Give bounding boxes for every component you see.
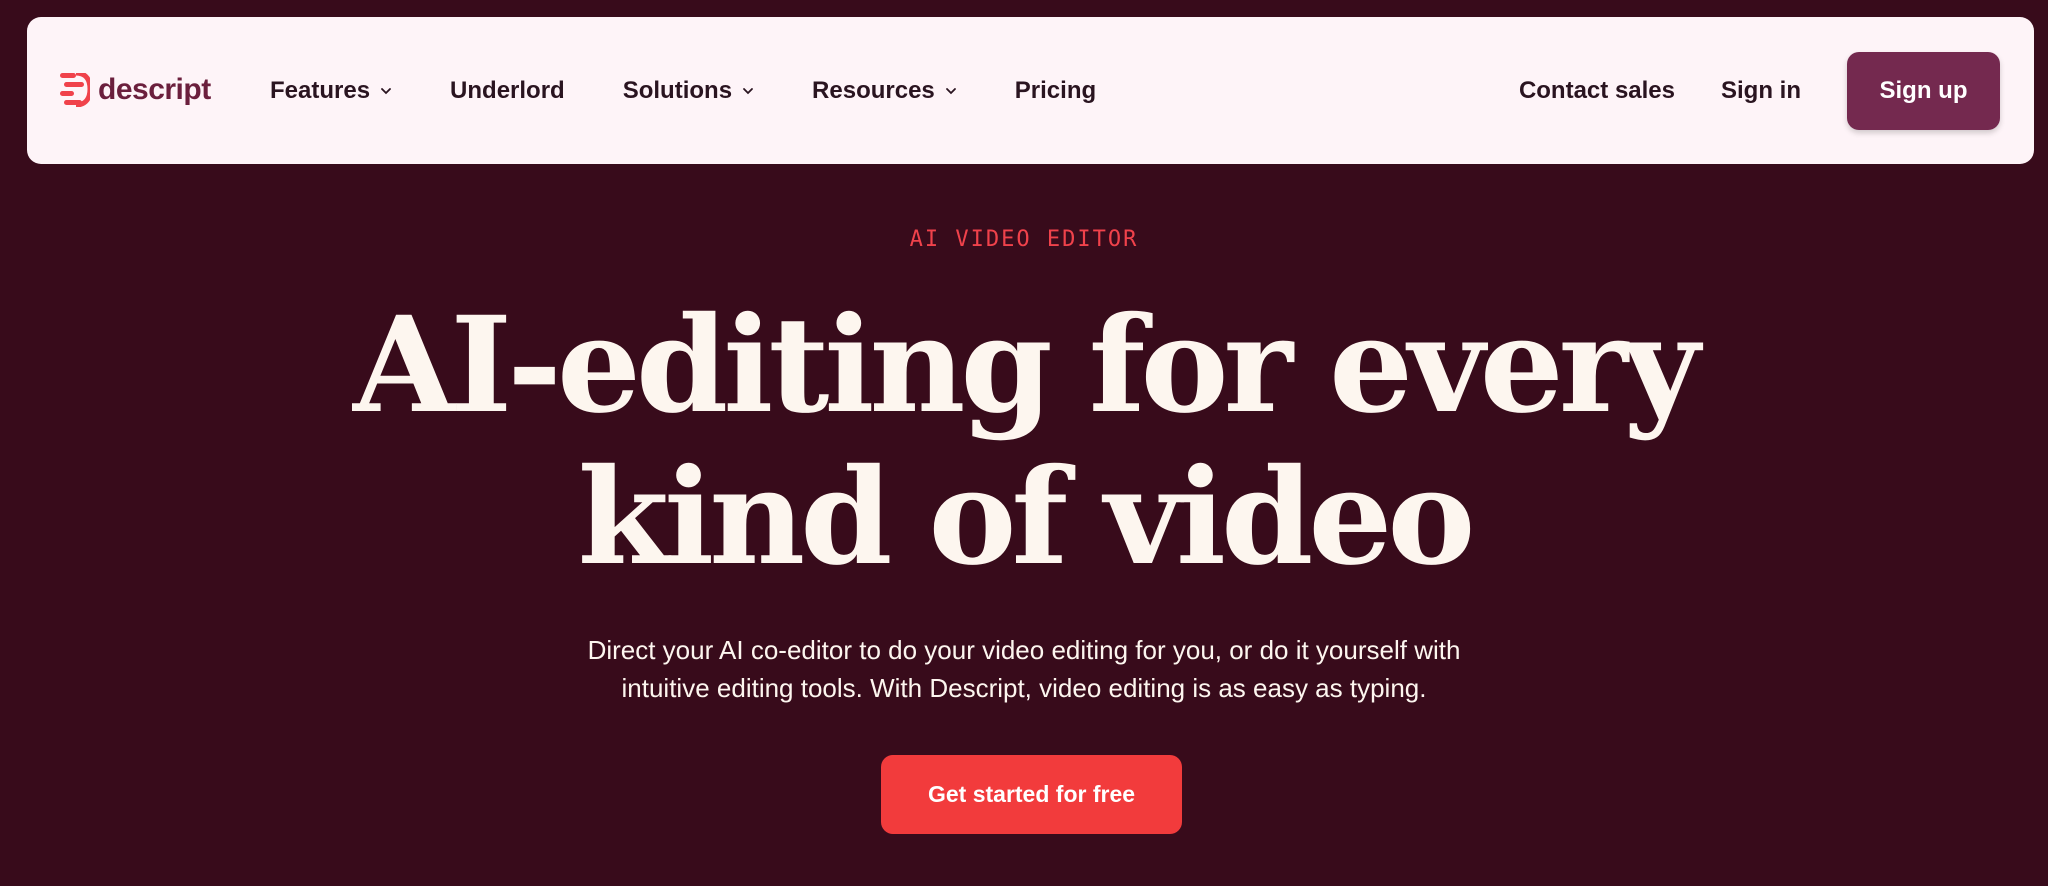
nav-item-label: Features: [270, 76, 371, 104]
descript-logo-icon: [60, 73, 90, 107]
nav-item-resources[interactable]: Resources: [812, 77, 957, 105]
subtext-line-1: Direct your AI co-editor to do your vide…: [587, 635, 1461, 665]
get-started-button[interactable]: Get started for free: [881, 755, 1182, 834]
headline-line-1: AI-editing for every: [353, 288, 1700, 443]
page: descript Features Underlord Solutions Re…: [0, 0, 2048, 886]
chevron-down-icon: [743, 87, 753, 94]
descript-logo[interactable]: descript: [60, 73, 211, 107]
subtext-line-2: intuitive editing tools. With Descript, …: [621, 673, 1427, 703]
nav-item-label: Underlord: [450, 76, 565, 104]
nav-item-features[interactable]: Features: [270, 77, 392, 105]
contact-sales-link[interactable]: Contact sales: [1519, 77, 1675, 105]
nav-item-label: Resources: [812, 76, 935, 104]
chevron-down-icon: [945, 87, 956, 94]
nav-item-solutions[interactable]: Solutions: [623, 77, 754, 105]
hero-subtext: Direct your AI co-editor to do your vide…: [524, 631, 1524, 707]
top-navigation-bar: descript Features Underlord Solutions Re…: [27, 17, 2034, 164]
nav-item-label: Pricing: [1014, 76, 1097, 104]
account-nav: Contact sales Sign in Sign up: [1519, 17, 2000, 164]
nav-item-underlord[interactable]: Underlord: [450, 77, 565, 105]
nav-item-label: Solutions: [622, 76, 733, 104]
headline-line-2: kind of video: [577, 440, 1476, 595]
nav-item-pricing[interactable]: Pricing: [1015, 77, 1096, 105]
logo-wordmark: descript: [98, 73, 211, 106]
primary-nav-links: Features Underlord Solutions Resources P…: [270, 17, 1154, 164]
hero-headline: AI-editing for every kind of video: [0, 290, 2048, 594]
chevron-down-icon: [381, 87, 391, 94]
sign-up-button[interactable]: Sign up: [1847, 51, 2000, 130]
hero-eyebrow: AI VIDEO EDITOR: [909, 227, 1139, 252]
sign-in-link[interactable]: Sign in: [1721, 77, 1801, 105]
